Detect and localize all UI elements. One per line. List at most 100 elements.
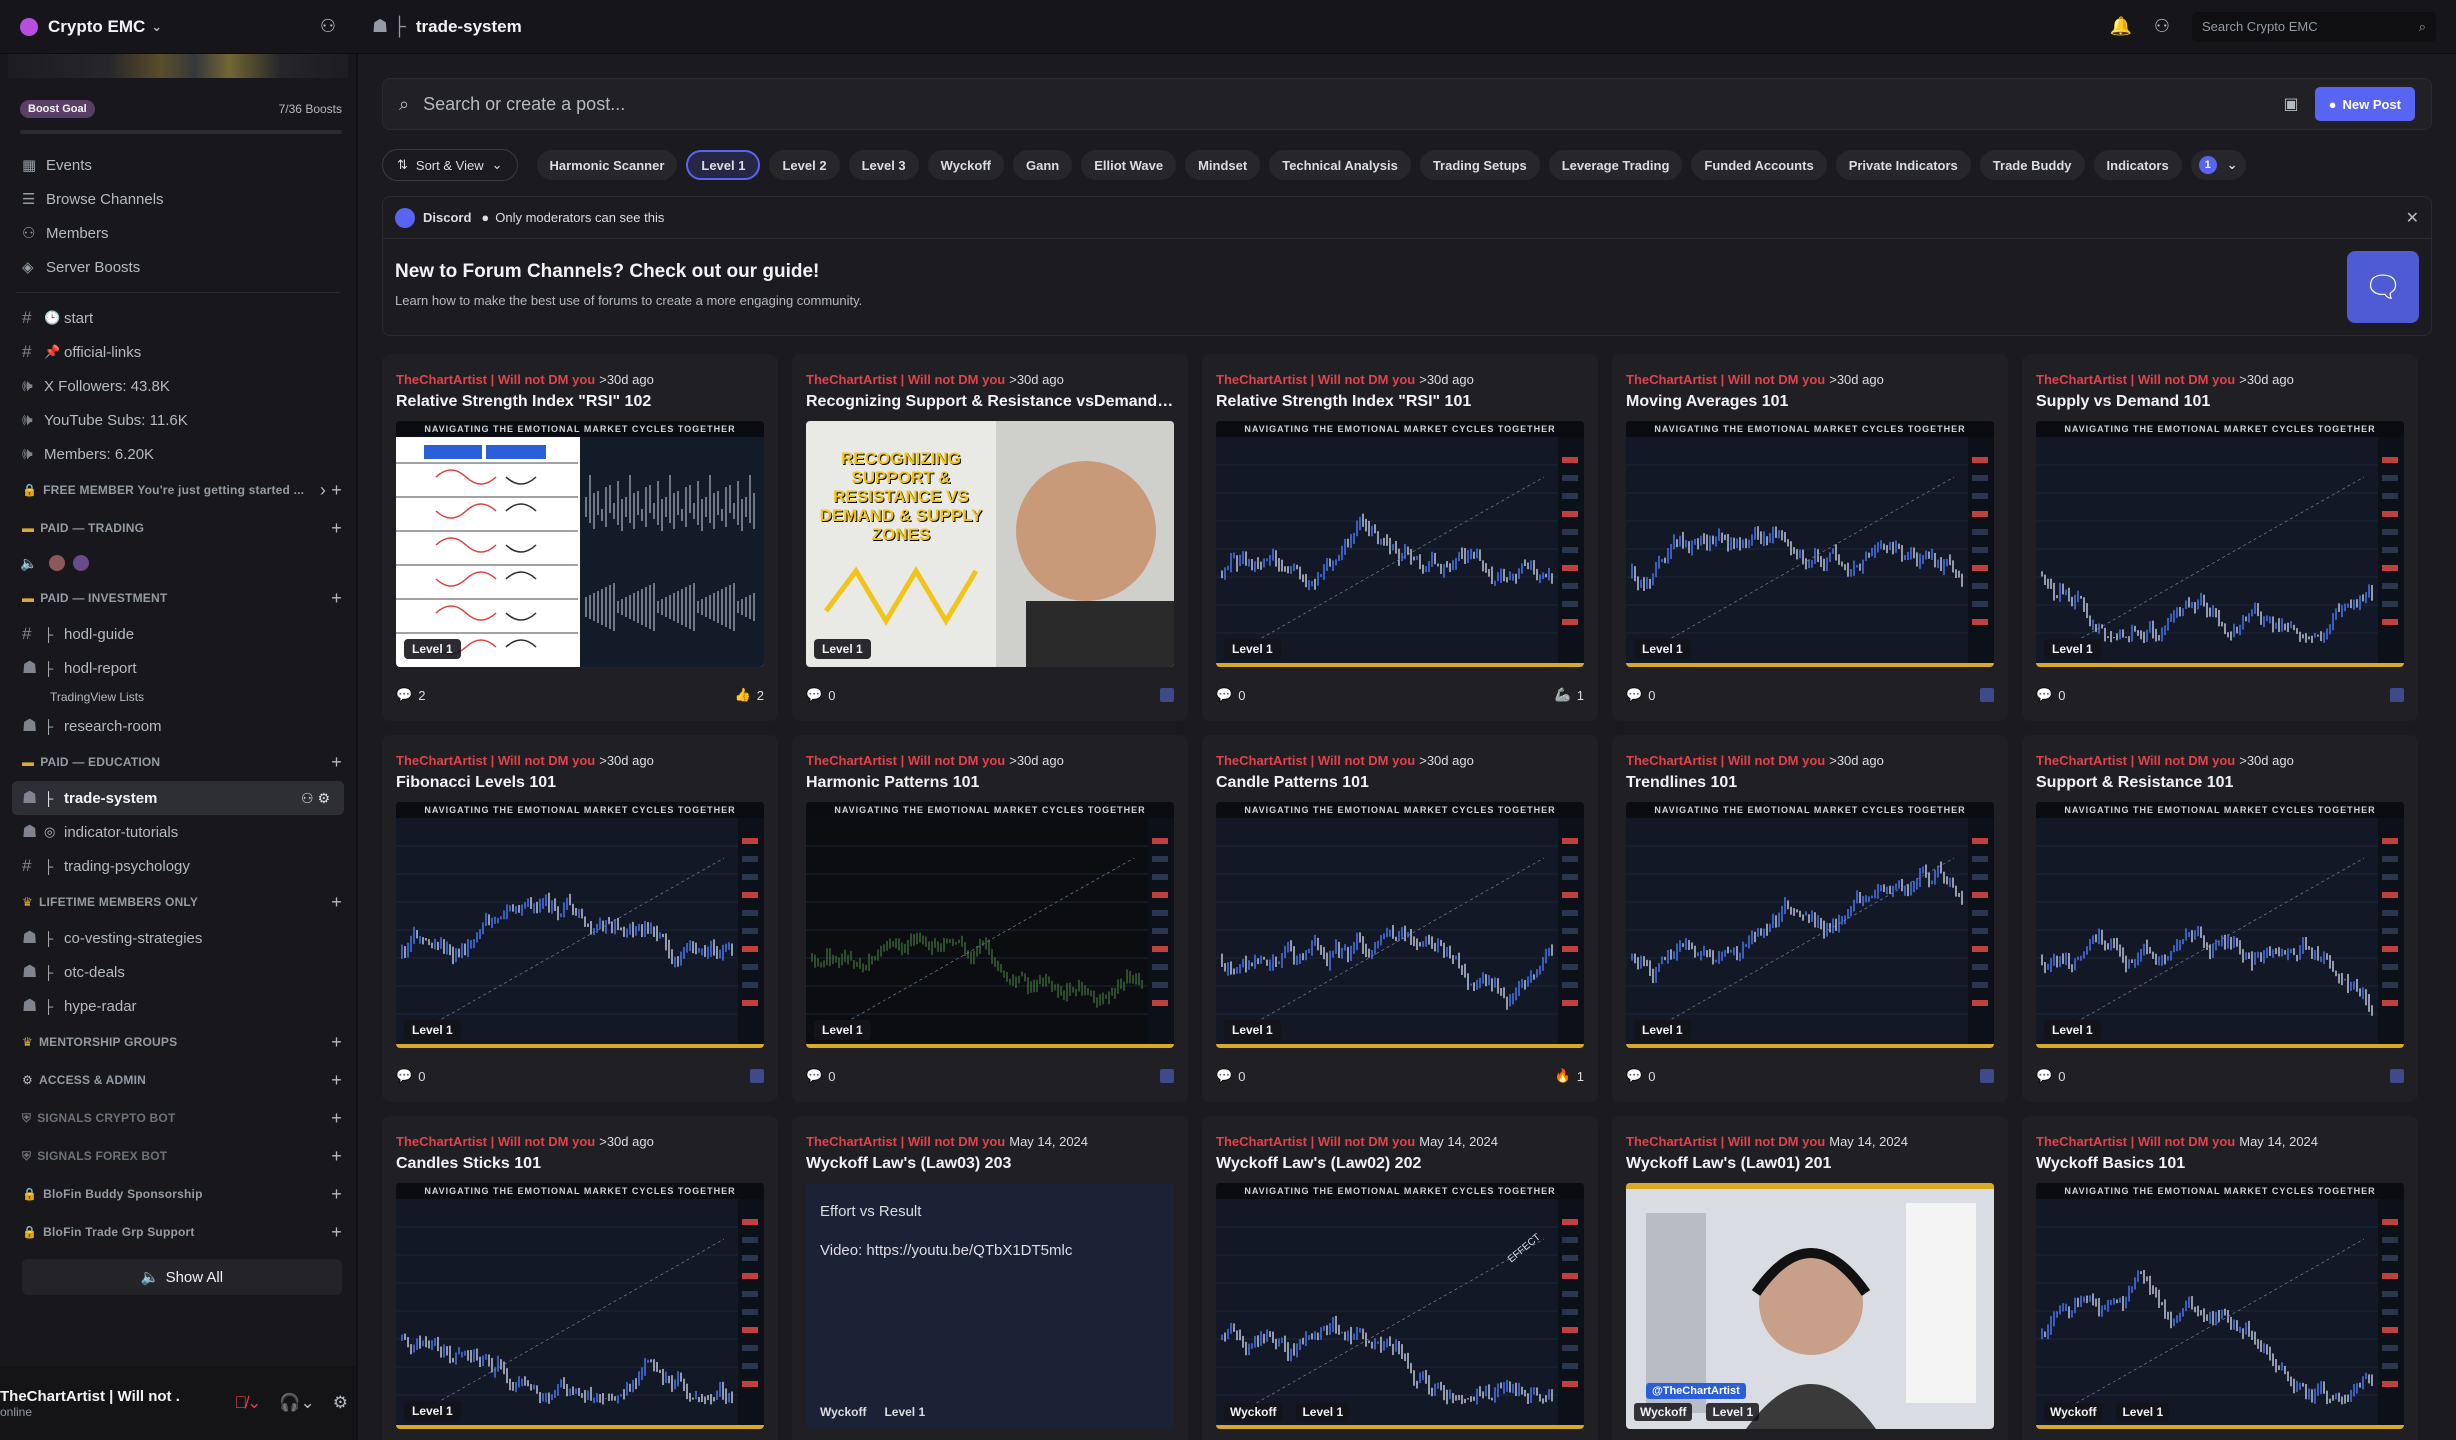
post-title[interactable]: Wyckoff Law's (Law03) 203 — [806, 1155, 1174, 1173]
post-title[interactable]: Fibonacci Levels 101 — [396, 774, 764, 792]
forum-post-card[interactable]: TheChartArtist | Will not DM you May 14, … — [1612, 1116, 2008, 1440]
tag-private-indicators[interactable]: Private Indicators — [1835, 150, 1971, 180]
channel-x-followers[interactable]: 🕪 X Followers: 43.8K — [0, 369, 356, 403]
forum-post-card[interactable]: TheChartArtist | Will not DM you >30d ago… — [792, 735, 1188, 1102]
nav-members[interactable]: ⚇ Members — [0, 216, 356, 250]
bookmark-icon[interactable] — [1160, 688, 1174, 702]
post-title[interactable]: Supply vs Demand 101 — [2036, 393, 2404, 411]
mute-mic-icon[interactable]: 🎙̸⌄ — [234, 1393, 261, 1413]
post-author[interactable]: TheChartArtist | Will not DM you May 14, … — [2036, 1134, 2404, 1149]
tag-leverage-trading[interactable]: Leverage Trading — [1548, 150, 1683, 180]
post-author[interactable]: TheChartArtist | Will not DM you May 14, … — [1626, 1134, 1994, 1149]
tag-level-3[interactable]: Level 3 — [848, 150, 919, 180]
post-title[interactable]: Trendlines 101 — [1626, 774, 1994, 792]
add-channel-icon[interactable]: + — [331, 1070, 342, 1091]
channel-hype-radar[interactable]: ☗ ├ hype-radar — [0, 989, 356, 1023]
post-author[interactable]: TheChartArtist | Will not DM you >30d ago — [1626, 372, 1994, 387]
boost-goal[interactable]: Boost Goal 7/36 Boosts — [20, 100, 342, 118]
tag-gann[interactable]: Gann — [1012, 150, 1073, 180]
bookmark-icon[interactable] — [1980, 688, 1994, 702]
category-free-member[interactable]: 🔒 FREE MEMBER You're just getting started… — [0, 471, 356, 509]
category-forex-bot[interactable]: ⛨ SIGNALS FOREX BOT + — [0, 1137, 356, 1175]
channel-hodl-guide[interactable]: # ├ hodl-guide — [0, 617, 356, 651]
post-title[interactable]: Relative Strength Index "RSI" 101 — [1216, 393, 1584, 411]
forum-post-card[interactable]: TheChartArtist | Will not DM you >30d ago… — [1202, 735, 1598, 1102]
post-title[interactable]: Support & Resistance 101 — [2036, 774, 2404, 792]
notice-title[interactable]: New to Forum Channels? Check out our gui… — [395, 261, 819, 283]
tag-level-2[interactable]: Level 2 — [769, 150, 840, 180]
category-crypto-bot[interactable]: ⛨ SIGNALS CRYPTO BOT + — [0, 1099, 356, 1137]
post-author[interactable]: TheChartArtist | Will not DM you >30d ago — [1216, 753, 1584, 768]
channel-youtube-subs[interactable]: 🕪 YouTube Subs: 11.6K — [0, 403, 356, 437]
reaction[interactable]: 🦾 1 — [1555, 687, 1584, 703]
headphones-icon[interactable]: 🎧⌄ — [279, 1393, 314, 1413]
category-mentorship[interactable]: ♛ MENTORSHIP GROUPS + — [0, 1023, 356, 1061]
post-title[interactable]: Wyckoff Law's (Law02) 202 — [1216, 1155, 1584, 1173]
add-channel-icon[interactable]: + — [331, 1146, 342, 1167]
forum-post-card[interactable]: TheChartArtist | Will not DM you >30d ago… — [2022, 354, 2418, 721]
show-all-button[interactable]: 🔈 Show All — [22, 1259, 342, 1295]
gear-icon[interactable]: ⚙ — [333, 1393, 348, 1413]
nav-events[interactable]: ▦ Events — [0, 148, 356, 182]
post-author[interactable]: TheChartArtist | Will not DM you >30d ago — [2036, 753, 2404, 768]
add-channel-icon[interactable]: + — [331, 1184, 342, 1205]
tag-technical-analysis[interactable]: Technical Analysis — [1269, 150, 1411, 180]
tag-indicators[interactable]: Indicators — [2093, 150, 2182, 180]
add-channel-icon[interactable]: + — [331, 1108, 342, 1129]
post-author[interactable]: TheChartArtist | Will not DM you >30d ago — [396, 753, 764, 768]
post-title[interactable]: Recognizing Support & Resistance vsDeman… — [806, 393, 1174, 411]
channel-start[interactable]: # 🕒 start — [0, 301, 356, 335]
forum-post-card[interactable]: TheChartArtist | Will not DM you >30d ago… — [1612, 354, 2008, 721]
post-author[interactable]: TheChartArtist | Will not DM you >30d ago — [396, 1134, 764, 1149]
post-author[interactable]: TheChartArtist | Will not DM you >30d ago — [396, 372, 764, 387]
post-author[interactable]: TheChartArtist | Will not DM you >30d ago — [2036, 372, 2404, 387]
post-title[interactable]: Wyckoff Basics 101 — [2036, 1155, 2404, 1173]
bookmark-icon[interactable] — [1980, 1069, 1994, 1083]
add-channel-icon[interactable]: + — [331, 752, 342, 773]
channel-settings-icon[interactable]: ⚇ ⚙ — [301, 790, 330, 807]
add-channel-icon[interactable]: + — [331, 1222, 342, 1243]
forum-post-card[interactable]: TheChartArtist | Will not DM you >30d ago… — [382, 354, 778, 721]
forum-post-card[interactable]: TheChartArtist | Will not DM you >30d ago… — [792, 354, 1188, 721]
add-channel-icon[interactable]: › + — [320, 480, 342, 501]
post-author[interactable]: TheChartArtist | Will not DM you >30d ago — [806, 372, 1174, 387]
forum-post-card[interactable]: TheChartArtist | Will not DM you >30d ago… — [1612, 735, 2008, 1102]
post-author[interactable]: TheChartArtist | Will not DM you May 14, … — [806, 1134, 1174, 1149]
channel-hodl-report[interactable]: ☗ ├ hodl-report — [0, 651, 356, 685]
category-access-admin[interactable]: ⚙ ACCESS & ADMIN + — [0, 1061, 356, 1099]
tag-mindset[interactable]: Mindset — [1185, 150, 1261, 180]
category-paid-investment[interactable]: ▬ PAID — INVESTMENT + — [0, 579, 356, 617]
post-title[interactable]: Relative Strength Index "RSI" 102 — [396, 393, 764, 411]
invite-people-icon[interactable]: ⚇ — [320, 16, 336, 37]
category-paid-education[interactable]: ▬ PAID — EDUCATION + — [0, 743, 356, 781]
forum-search-input[interactable]: ⌕ Search or create a post... ▣ ● New Post — [382, 78, 2432, 130]
thread-tradingview-lists[interactable]: TradingView Lists — [0, 685, 356, 709]
new-post-button[interactable]: ● New Post — [2314, 87, 2415, 121]
tag-trade-buddy[interactable]: Trade Buddy — [1979, 150, 2085, 180]
reaction[interactable]: 🔥 1 — [1555, 1068, 1584, 1084]
bookmark-icon[interactable] — [1160, 1069, 1174, 1083]
channel-research-room[interactable]: ☗ ├ research-room — [0, 709, 356, 743]
avatar[interactable] — [47, 553, 68, 573]
category-blofin-trade[interactable]: 🔒 BloFin Trade Grp Support + — [0, 1213, 356, 1251]
add-channel-icon[interactable]: + — [331, 1032, 342, 1053]
category-lifetime[interactable]: ♛ LIFETIME MEMBERS ONLY + — [0, 883, 356, 921]
channel-otc-deals[interactable]: ☗ ├ otc-deals — [0, 955, 356, 989]
category-blofin-buddy[interactable]: 🔒 BloFin Buddy Sponsorship + — [0, 1175, 356, 1213]
post-author[interactable]: TheChartArtist | Will not DM you May 14, … — [1216, 1134, 1584, 1149]
forum-post-card[interactable]: TheChartArtist | Will not DM you May 14, … — [2022, 1116, 2418, 1440]
sort-view-button[interactable]: ⇅ Sort & View ⌄ — [382, 149, 518, 181]
post-author[interactable]: TheChartArtist | Will not DM you >30d ago — [806, 753, 1174, 768]
channel-members-count[interactable]: 🕪 Members: 6.20K — [0, 437, 356, 471]
server-header[interactable]: Crypto EMC ⌄ ⚇ — [0, 0, 356, 54]
post-title[interactable]: Candles Sticks 101 — [396, 1155, 764, 1173]
post-author[interactable]: TheChartArtist | Will not DM you >30d ago — [1626, 753, 1994, 768]
forum-post-card[interactable]: TheChartArtist | Will not DM you >30d ago… — [382, 735, 778, 1102]
nav-server-boosts[interactable]: ◈ Server Boosts — [0, 250, 356, 284]
forum-post-card[interactable]: TheChartArtist | Will not DM you May 14, … — [1202, 1116, 1598, 1440]
forum-post-card[interactable]: TheChartArtist | Will not DM you May 14, … — [792, 1116, 1188, 1440]
add-channel-icon[interactable]: + — [331, 892, 342, 913]
channel-trading-psychology[interactable]: # ├ trading-psychology — [0, 849, 356, 883]
channel-co-vesting[interactable]: ☗ ├ co-vesting-strategies — [0, 921, 356, 955]
post-title[interactable]: Wyckoff Law's (Law01) 201 — [1626, 1155, 1994, 1173]
